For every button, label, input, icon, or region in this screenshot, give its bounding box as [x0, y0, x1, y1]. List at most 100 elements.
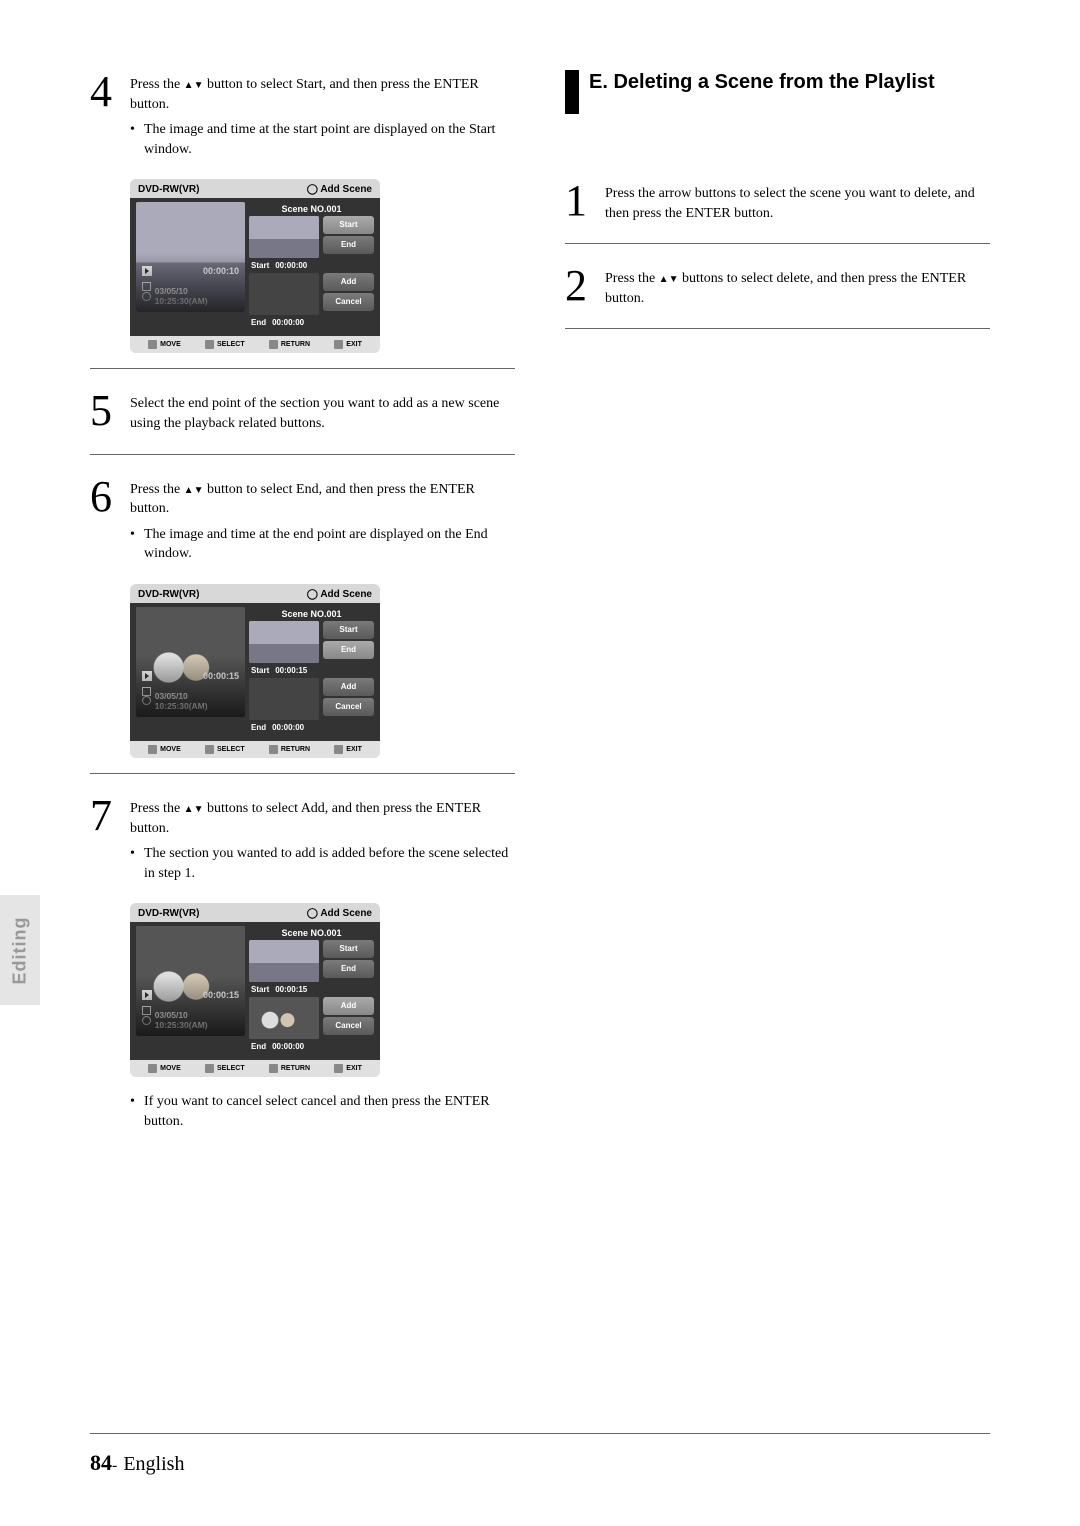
- stop-icon: [142, 1006, 151, 1015]
- foot-select: SELECT: [217, 341, 245, 348]
- side-tab-label: Editing: [10, 916, 31, 984]
- content-columns: 4 Press the button to select Start, and …: [90, 70, 990, 1132]
- screenshot-add-scene-end: DVD-RW(VR)◯ Add Scene 00:00:15 03/05/10 …: [130, 584, 380, 758]
- step-body: Press the arrow buttons to select the sc…: [605, 179, 990, 223]
- side-tab: Editing: [0, 895, 40, 1005]
- stop-icon: [142, 282, 151, 291]
- preview-image: 00:00:15 03/05/10 10:25:30(AM): [136, 607, 245, 717]
- footer-sep: -: [112, 1457, 117, 1475]
- footer-divider: [90, 1433, 990, 1434]
- thumb-end: [249, 678, 319, 720]
- thumb-start: [249, 216, 319, 258]
- thumb-end: [249, 997, 319, 1039]
- step-bullet: The section you wanted to add is added b…: [130, 844, 515, 883]
- return-icon: [269, 340, 278, 349]
- thumb-start: [249, 940, 319, 982]
- step-bullet: The image and time at the start point ar…: [130, 120, 515, 159]
- step-e1: 1 Press the arrow buttons to select the …: [565, 179, 990, 223]
- start-button[interactable]: Start: [323, 621, 374, 639]
- shot-date: 03/05/10 10:25:30(AM): [155, 691, 239, 711]
- step-text: Press the: [130, 482, 184, 497]
- end-button[interactable]: End: [323, 236, 374, 254]
- add-button[interactable]: Add: [323, 997, 374, 1015]
- start-label: Start: [251, 261, 269, 270]
- page-language: English: [123, 1453, 184, 1476]
- clock-icon: [142, 292, 151, 301]
- step-body: Press the buttons to select Add, and the…: [130, 794, 515, 883]
- add-button[interactable]: Add: [323, 273, 374, 291]
- step-number: 6: [90, 475, 130, 564]
- end-time: 00:00:00: [272, 1042, 304, 1051]
- step-number: 1: [565, 179, 605, 223]
- cancel-button[interactable]: Cancel: [323, 1017, 374, 1035]
- clock-icon: [142, 1016, 151, 1025]
- arrow-down-icon: [669, 271, 679, 286]
- cancel-button[interactable]: Cancel: [323, 698, 374, 716]
- shot-date: 03/05/10 10:25:30(AM): [155, 286, 239, 306]
- arrow-up-icon: [184, 801, 194, 816]
- step-body: Press the buttons to select delete, and …: [605, 264, 990, 308]
- end-button[interactable]: End: [323, 960, 374, 978]
- step-number: 7: [90, 794, 130, 883]
- move-icon: [148, 340, 157, 349]
- start-button[interactable]: Start: [323, 216, 374, 234]
- arrow-up-icon: [659, 271, 669, 286]
- page-number: 84: [90, 1450, 112, 1476]
- step-text: Press the: [605, 271, 659, 286]
- right-column: E. Deleting a Scene from the Playlist 1 …: [565, 70, 990, 1132]
- step-text: Press the: [130, 801, 184, 816]
- scene-number: Scene NO.001: [249, 202, 374, 216]
- screenshot-add-scene-add: DVD-RW(VR)◯ Add Scene 00:00:15 03/05/10 …: [130, 903, 380, 1077]
- foot-move: MOVE: [160, 341, 181, 348]
- page-footer: 84 - English: [90, 1450, 184, 1476]
- shot-header: DVD-RW(VR) ◯ Add Scene: [130, 179, 380, 198]
- end-time: 00:00:00: [272, 723, 304, 732]
- scene-number: Scene NO.001: [249, 926, 374, 940]
- shot-title-left: DVD-RW(VR): [138, 184, 199, 195]
- preview-image: 00:00:15 03/05/10 10:25:30(AM): [136, 926, 245, 1036]
- step-7: 7 Press the buttons to select Add, and t…: [90, 794, 515, 883]
- end-time: 00:00:00: [272, 318, 304, 327]
- step-body: Select the end point of the section you …: [130, 389, 515, 433]
- arrow-down-icon: [194, 801, 204, 816]
- step-bullet: If you want to cancel select cancel and …: [130, 1092, 515, 1131]
- add-button[interactable]: Add: [323, 678, 374, 696]
- exit-icon: [334, 340, 343, 349]
- shot-title-right: ◯ Add Scene: [307, 184, 372, 195]
- section-e-heading: E. Deleting a Scene from the Playlist: [565, 70, 990, 114]
- play-icon: [142, 990, 152, 1000]
- divider: [90, 368, 515, 369]
- divider: [565, 328, 990, 329]
- start-time: 00:00:15: [275, 666, 307, 675]
- thumb-start: [249, 621, 319, 663]
- cancel-button[interactable]: Cancel: [323, 293, 374, 311]
- play-icon: [142, 266, 152, 276]
- time-main: 00:00:15: [203, 671, 239, 681]
- step-body: Press the button to select Start, and th…: [130, 70, 515, 159]
- arrow-down-icon: [194, 482, 204, 497]
- step-bullet: The image and time at the end point are …: [130, 525, 515, 564]
- arrow-down-icon: [194, 77, 204, 92]
- end-button[interactable]: End: [323, 641, 374, 659]
- section-title: E. Deleting a Scene from the Playlist: [589, 70, 935, 95]
- arrow-up-icon: [184, 482, 194, 497]
- step-6: 6 Press the button to select End, and th…: [90, 475, 515, 564]
- divider: [90, 454, 515, 455]
- scene-number: Scene NO.001: [249, 607, 374, 621]
- time-main: 00:00:10: [203, 266, 239, 276]
- section-bar-icon: [565, 70, 579, 114]
- time-main: 00:00:15: [203, 990, 239, 1000]
- step-number: 2: [565, 264, 605, 308]
- play-icon: [142, 671, 152, 681]
- start-button[interactable]: Start: [323, 940, 374, 958]
- screenshot-add-scene-start: DVD-RW(VR) ◯ Add Scene 00:00:10 03/05/10…: [130, 179, 380, 353]
- clock-icon: [142, 696, 151, 705]
- step-body: Press the button to select End, and then…: [130, 475, 515, 564]
- step-number: 5: [90, 389, 130, 433]
- select-icon: [205, 340, 214, 349]
- preview-image: 00:00:10 03/05/10 10:25:30(AM): [136, 202, 245, 312]
- step-e2: 2 Press the buttons to select delete, an…: [565, 264, 990, 308]
- step-number: 4: [90, 70, 130, 159]
- step-text: Press the: [130, 77, 184, 92]
- stop-icon: [142, 687, 151, 696]
